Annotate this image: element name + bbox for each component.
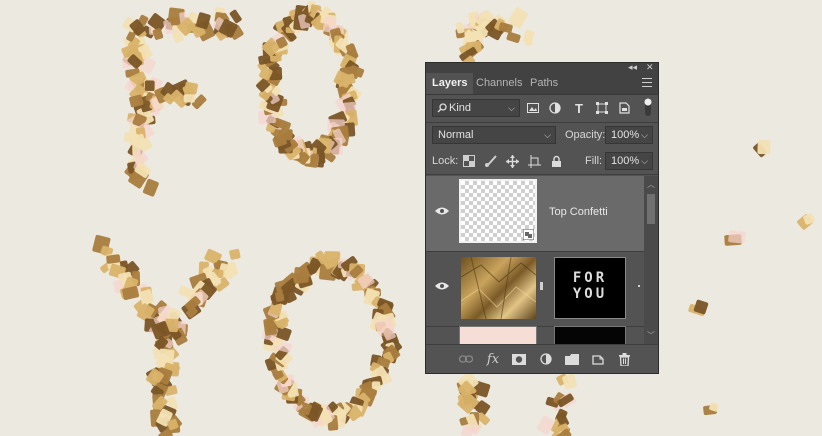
confetti-piece bbox=[106, 254, 121, 264]
type-filter-icon[interactable]: T bbox=[571, 100, 587, 116]
confetti-piece bbox=[144, 80, 155, 92]
link-layers-icon[interactable] bbox=[458, 351, 474, 367]
close-panel-icon[interactable]: ✕ bbox=[646, 62, 654, 72]
layer-thumbnail[interactable] bbox=[459, 179, 537, 243]
lock-position-icon[interactable] bbox=[504, 153, 520, 169]
adjustment-layer-icon[interactable] bbox=[538, 351, 554, 367]
layer-thumbnail[interactable] bbox=[459, 326, 537, 344]
confetti-piece bbox=[506, 31, 521, 44]
confetti-piece bbox=[522, 29, 535, 44]
tab-paths[interactable]: Paths bbox=[524, 73, 564, 94]
chevron-down-icon: ⌵ bbox=[641, 156, 648, 166]
image-filter-icon[interactable] bbox=[525, 100, 541, 116]
layer-mask-thumbnail[interactable] bbox=[554, 326, 626, 344]
shape-filter-icon[interactable] bbox=[594, 100, 610, 116]
filter-toggle-icon[interactable] bbox=[640, 98, 656, 116]
chevron-up-icon[interactable]: ︿ bbox=[647, 179, 655, 190]
eye-visibility-icon[interactable] bbox=[435, 281, 449, 291]
fill-label: Fill: bbox=[585, 155, 603, 167]
smart-object-filter-icon[interactable] bbox=[616, 100, 632, 116]
fill-field[interactable]: 100% ⌵ bbox=[605, 152, 653, 170]
confetti-artwork bbox=[92, 0, 815, 436]
layer-thumbnail[interactable] bbox=[461, 257, 536, 319]
chevron-down-icon: ⌵ bbox=[508, 103, 515, 113]
filter-kind-label: Kind bbox=[449, 102, 472, 114]
confetti-piece bbox=[757, 139, 771, 155]
layer-filter-select[interactable]: Kind ⌵ bbox=[432, 99, 520, 117]
lock-label: Lock: bbox=[432, 155, 459, 167]
divider bbox=[426, 174, 658, 175]
adjustment-filter-icon[interactable] bbox=[547, 100, 563, 116]
blend-row: Normal ⌵ Opacity: 100% ⌵ bbox=[426, 125, 658, 147]
search-icon bbox=[437, 103, 447, 113]
chevron-down-icon: ⌵ bbox=[544, 130, 551, 140]
layer-row-partial[interactable] bbox=[426, 326, 644, 344]
mask-link-icon[interactable] bbox=[540, 282, 543, 290]
layer-row-top-confetti[interactable]: Top Confetti bbox=[426, 176, 644, 252]
confetti-piece bbox=[183, 94, 196, 103]
filter-row: Kind ⌵ T bbox=[426, 98, 658, 120]
fx-icon[interactable]: fx bbox=[485, 351, 501, 367]
dot bbox=[638, 285, 640, 287]
layers-panel: ◂◂ ✕ Layers Channels Paths Kind ⌵ T Norm… bbox=[425, 62, 659, 374]
panel-tabs: Layers Channels Paths bbox=[426, 73, 658, 95]
group-folder-icon[interactable] bbox=[564, 351, 580, 367]
collapse-panel-icon[interactable]: ◂◂ bbox=[628, 62, 637, 72]
smart-object-badge-icon bbox=[523, 229, 534, 240]
lock-artboard-icon[interactable] bbox=[526, 153, 542, 169]
lock-transparent-pixels-icon[interactable] bbox=[461, 153, 477, 169]
chevron-down-icon[interactable]: ﹀ bbox=[647, 330, 655, 341]
tab-layers[interactable]: Layers bbox=[426, 73, 474, 94]
opacity-label: Opacity: bbox=[565, 129, 606, 141]
blend-mode-value: Normal bbox=[438, 129, 474, 141]
panel-top-strip: ◂◂ ✕ bbox=[426, 62, 658, 73]
document-canvas[interactable]: FOR YOU bbox=[0, 0, 822, 436]
scroll-thumb[interactable] bbox=[647, 194, 655, 224]
opacity-value: 100% bbox=[611, 129, 640, 141]
layer-mask-thumbnail[interactable]: FOR YOU bbox=[554, 257, 626, 319]
panel-menu-icon[interactable] bbox=[642, 78, 652, 87]
eye-visibility-icon[interactable] bbox=[435, 206, 449, 216]
layer-row-gold-texture[interactable]: FOR YOU bbox=[426, 251, 644, 327]
confetti-piece bbox=[728, 230, 746, 244]
new-layer-icon[interactable] bbox=[590, 351, 606, 367]
divider bbox=[426, 122, 658, 123]
mask-text-line2: YOU bbox=[572, 286, 608, 302]
layers-scrollbar[interactable]: ︿ ﹀ bbox=[644, 176, 658, 344]
add-mask-icon[interactable] bbox=[511, 351, 527, 367]
layers-list: Top Confetti FOR YOU bbox=[426, 176, 644, 344]
mask-text-line1: FOR bbox=[572, 270, 608, 286]
chevron-down-icon: ⌵ bbox=[641, 130, 648, 140]
lock-all-icon[interactable] bbox=[548, 153, 564, 169]
panel-bottom-bar: fx bbox=[426, 344, 658, 373]
tab-channels[interactable]: Channels bbox=[470, 73, 528, 94]
confetti-piece bbox=[229, 248, 241, 260]
opacity-field[interactable]: 100% ⌵ bbox=[605, 126, 653, 144]
trash-icon[interactable] bbox=[616, 351, 632, 367]
fill-value: 100% bbox=[611, 155, 640, 167]
lock-image-pixels-icon[interactable] bbox=[483, 153, 499, 169]
layer-name[interactable]: Top Confetti bbox=[549, 206, 608, 218]
lock-row: Lock: Fill: 100% ⌵ bbox=[426, 151, 658, 173]
confetti-piece bbox=[536, 415, 555, 435]
blend-mode-select[interactable]: Normal ⌵ bbox=[432, 126, 556, 144]
